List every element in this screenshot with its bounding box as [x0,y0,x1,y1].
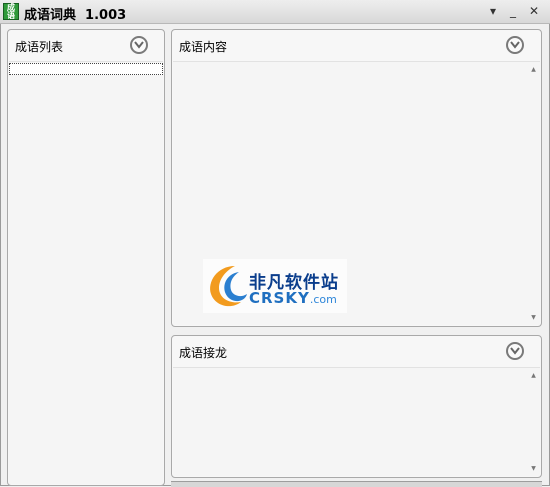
watermark: 非凡软件站 CRSKY.com [203,259,347,313]
chevron-down-icon [134,41,144,49]
chevron-down-icon [510,41,520,49]
idiom-chain-panel: 成语接龙 ▲ ▼ [171,335,542,478]
bottom-panel-edge [171,481,542,487]
idiom-list-title: 成语列表 [15,40,64,54]
idiom-chain-collapse-button[interactable] [506,342,524,360]
close-icon: ✕ [528,4,540,18]
minimize-button[interactable]: _ [504,2,522,20]
idiom-list-header: 成语列表 [8,30,164,61]
idiom-content-header: 成语内容 [172,30,541,61]
idiom-list-panel: 成语列表 [7,29,165,486]
idiom-chain-title: 成语接龙 [179,346,228,360]
minimize-icon: _ [510,4,516,18]
scroll-down-button[interactable]: ▼ [529,313,538,322]
close-button[interactable]: ✕ [525,2,543,20]
idiom-list-body[interactable] [9,61,163,484]
idiom-chain-header: 成语接龙 [172,336,541,367]
scroll-up-button[interactable]: ▲ [529,371,538,380]
idiom-content-title: 成语内容 [179,40,228,54]
watermark-domain-name: CRSKY [249,289,310,307]
window-title: 成语词典 1.003 [24,8,127,23]
scroll-down-button[interactable]: ▼ [529,464,538,473]
idiom-chain-body[interactable]: ▲ ▼ [173,367,540,476]
window-menu-button[interactable]: ▾ [484,2,502,20]
watermark-domain: CRSKY.com [249,289,337,307]
title-bar: 成语 成语词典 1.003 ▾ _ ✕ [0,0,550,24]
list-item[interactable] [9,63,163,75]
app-icon-label: 成语 [7,3,15,20]
app-icon: 成语 [3,3,19,20]
chevron-down-icon [510,347,520,355]
idiom-list-collapse-button[interactable] [130,36,148,54]
watermark-domain-suffix: .com [309,293,337,306]
chevron-down-icon: ▾ [489,4,497,18]
crsky-logo-icon [210,266,247,307]
scroll-up-button[interactable]: ▲ [529,65,538,74]
idiom-content-collapse-button[interactable] [506,36,524,54]
